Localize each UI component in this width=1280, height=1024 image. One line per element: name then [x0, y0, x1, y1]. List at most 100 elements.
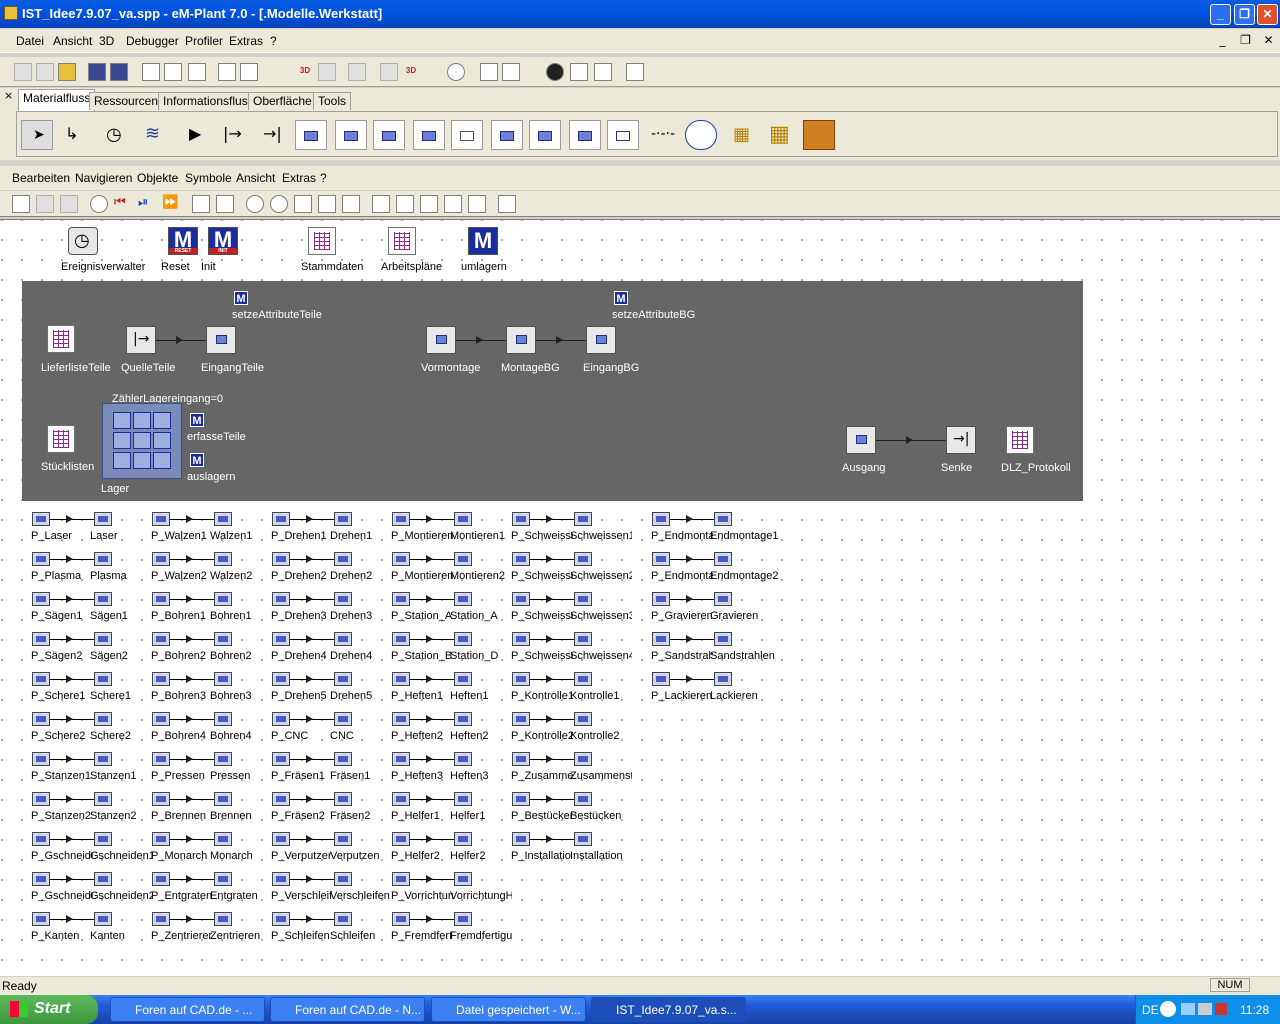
home-icon[interactable]	[60, 195, 78, 213]
p-worker-object[interactable]	[392, 672, 410, 686]
p-worker-object[interactable]	[152, 712, 170, 726]
quelle-object[interactable]: |→	[126, 326, 156, 354]
grid-tool[interactable]: ▦	[763, 120, 795, 150]
menu-3d[interactable]: 3D	[99, 34, 114, 48]
p-worker-object[interactable]	[512, 712, 530, 726]
station-object[interactable]	[214, 792, 232, 806]
menu-profiler[interactable]: Profiler	[185, 34, 223, 48]
menu2-navigieren[interactable]: Navigieren	[75, 171, 132, 185]
menu-help[interactable]: ?	[270, 34, 277, 48]
p-worker-object[interactable]	[652, 672, 670, 686]
eingang-bg-object[interactable]	[586, 326, 616, 354]
ausgang-object[interactable]	[846, 426, 876, 454]
p-worker-object[interactable]	[32, 712, 50, 726]
p-worker-object[interactable]	[392, 832, 410, 846]
station-object[interactable]	[454, 712, 472, 726]
menu2-extras[interactable]: Extras	[282, 171, 316, 185]
station-object[interactable]	[214, 592, 232, 606]
station-object[interactable]	[454, 752, 472, 766]
p-worker-object[interactable]	[152, 832, 170, 846]
umlagern-method-object[interactable]: M	[468, 227, 498, 255]
station-object[interactable]	[214, 752, 232, 766]
grid-icon[interactable]	[502, 63, 520, 81]
eventcontroller-icon[interactable]	[90, 195, 108, 213]
station-object[interactable]	[94, 592, 112, 606]
dismantle-tool[interactable]	[413, 120, 445, 150]
parallelproc-tool[interactable]	[335, 120, 367, 150]
station-object[interactable]	[454, 912, 472, 926]
station-object[interactable]	[454, 872, 472, 886]
p-worker-object[interactable]	[32, 672, 50, 686]
eventcontroller-tool[interactable]: ◷	[100, 120, 132, 150]
lager-object[interactable]	[102, 403, 182, 479]
pencil-icon[interactable]	[342, 195, 360, 213]
station-object[interactable]	[574, 832, 592, 846]
p-worker-object[interactable]	[32, 632, 50, 646]
station-object[interactable]	[334, 752, 352, 766]
station-object[interactable]	[714, 672, 732, 686]
menu-debugger[interactable]: Debugger	[126, 34, 179, 48]
station-object[interactable]	[94, 632, 112, 646]
station-object[interactable]	[94, 512, 112, 526]
station-object[interactable]	[214, 712, 232, 726]
station-object[interactable]	[94, 752, 112, 766]
auslagern-method[interactable]: M	[190, 453, 204, 467]
station-object[interactable]	[574, 552, 592, 566]
connector-tool[interactable]: ↳	[59, 120, 91, 150]
help-icon[interactable]	[498, 195, 516, 213]
comment-icon[interactable]	[420, 195, 438, 213]
p-worker-object[interactable]	[272, 512, 290, 526]
p-worker-object[interactable]	[512, 792, 530, 806]
arbeitsplaene-table[interactable]	[388, 227, 416, 255]
p-worker-object[interactable]	[392, 912, 410, 926]
station-object[interactable]	[214, 832, 232, 846]
init-method-object[interactable]: M INIT	[208, 227, 238, 255]
p-worker-object[interactable]	[652, 552, 670, 566]
dlz-protokoll-table[interactable]	[1006, 426, 1034, 454]
stuecklisten-table[interactable]	[47, 425, 75, 453]
toolbox-icon[interactable]	[240, 63, 258, 81]
p-worker-object[interactable]	[272, 672, 290, 686]
menu2-help[interactable]: ?	[320, 171, 327, 185]
bug-icon[interactable]	[546, 63, 564, 81]
3d-icon[interactable]: 3D	[296, 63, 314, 81]
drain-tool[interactable]: →|	[257, 120, 289, 150]
p-worker-object[interactable]	[272, 592, 290, 606]
p-worker-object[interactable]	[32, 592, 50, 606]
tab-informationsfluss[interactable]: Informationsfluss	[158, 92, 259, 110]
fast-forward-icon[interactable]: ⏩	[162, 195, 180, 213]
tab-materialfluss[interactable]: Materialfluss	[18, 89, 96, 111]
p-worker-object[interactable]	[32, 552, 50, 566]
security-tray-icon[interactable]	[1215, 1003, 1227, 1015]
station-object[interactable]	[214, 512, 232, 526]
station-object[interactable]	[334, 672, 352, 686]
station-object[interactable]	[94, 912, 112, 926]
station-object[interactable]	[454, 512, 472, 526]
timer-icon[interactable]	[447, 63, 465, 81]
p-worker-object[interactable]	[512, 512, 530, 526]
station-object[interactable]	[334, 792, 352, 806]
mdi-close-button[interactable]: ✕	[1260, 33, 1277, 49]
station-object[interactable]	[574, 792, 592, 806]
folder-icon[interactable]	[58, 63, 76, 81]
p-worker-object[interactable]	[512, 832, 530, 846]
p-worker-object[interactable]	[392, 792, 410, 806]
tab-oberflaeche[interactable]: Oberfläche	[248, 92, 317, 110]
frame-tool[interactable]: ≋	[139, 120, 171, 150]
menu-datei[interactable]: Datei	[16, 34, 44, 48]
tab-ressourcen[interactable]: Ressourcen	[89, 92, 164, 110]
eingang-teile-object[interactable]	[206, 326, 236, 354]
open-icon[interactable]	[36, 63, 54, 81]
p-worker-object[interactable]	[32, 912, 50, 926]
binoculars-icon[interactable]	[12, 195, 30, 213]
language-indicator[interactable]: DE	[1142, 1003, 1159, 1017]
tab-tools[interactable]: Tools	[313, 92, 352, 110]
station-object[interactable]	[454, 592, 472, 606]
p-worker-object[interactable]	[152, 632, 170, 646]
list-icon[interactable]	[164, 63, 182, 81]
p-worker-object[interactable]	[32, 752, 50, 766]
erfasse-method[interactable]: M	[190, 413, 204, 427]
station-object[interactable]	[94, 832, 112, 846]
connector-icon[interactable]	[396, 195, 414, 213]
station-object[interactable]	[334, 712, 352, 726]
